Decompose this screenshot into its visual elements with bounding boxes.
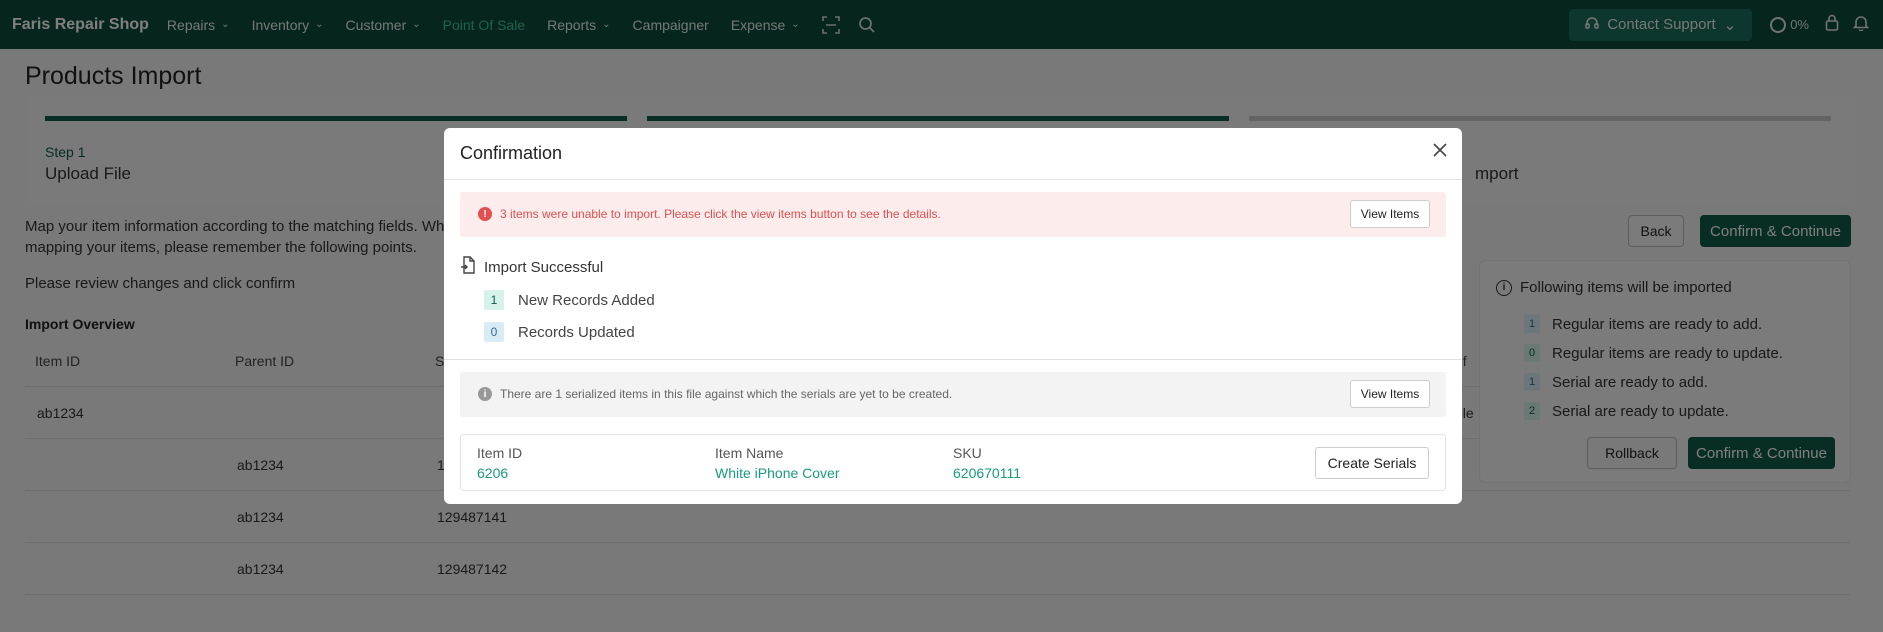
view-serialized-items-button[interactable]: View Items [1350,380,1430,408]
sku-value[interactable]: 620670111 [953,465,1021,481]
serialized-item-card: Item ID 6206 Item Name White iPhone Cove… [460,434,1446,491]
item-id-value[interactable]: 6206 [477,465,508,481]
import-successful-heading: Import Successful [460,256,603,278]
create-serials-button[interactable]: Create Serials [1315,447,1429,479]
added-count-badge: 1 [484,290,504,310]
import-error-alert: ! 3 items were unable to import. Please … [460,192,1446,237]
added-label: New Records Added [518,291,655,309]
info-icon: i [478,387,492,401]
modal-header: Confirmation [444,128,1462,180]
item-name-label: Item Name [715,445,784,461]
modal-title: Confirmation [460,143,563,163]
updated-label: Records Updated [518,323,635,341]
updated-records-row: 0 Records Updated [484,322,635,342]
item-id-label: Item ID [477,445,523,461]
close-icon[interactable] [1432,140,1448,162]
new-records-row: 1 New Records Added [484,290,655,310]
import-error-text: 3 items were unable to import. Please cl… [500,207,941,221]
serials-info-alert: i There are 1 serialized items in this f… [460,372,1446,417]
item-name-value[interactable]: White iPhone Cover [715,465,840,481]
modal-divider [444,359,1462,360]
import-successful-text: Import Successful [484,258,604,276]
view-failed-items-button[interactable]: View Items [1350,200,1430,228]
alert-icon: ! [478,207,492,221]
file-import-icon [460,256,476,278]
confirmation-modal: Confirmation ! 3 items were unable to im… [444,128,1462,504]
updated-count-badge: 0 [484,322,504,342]
sku-label: SKU [953,445,982,461]
serials-info-text: There are 1 serialized items in this fil… [500,387,953,401]
